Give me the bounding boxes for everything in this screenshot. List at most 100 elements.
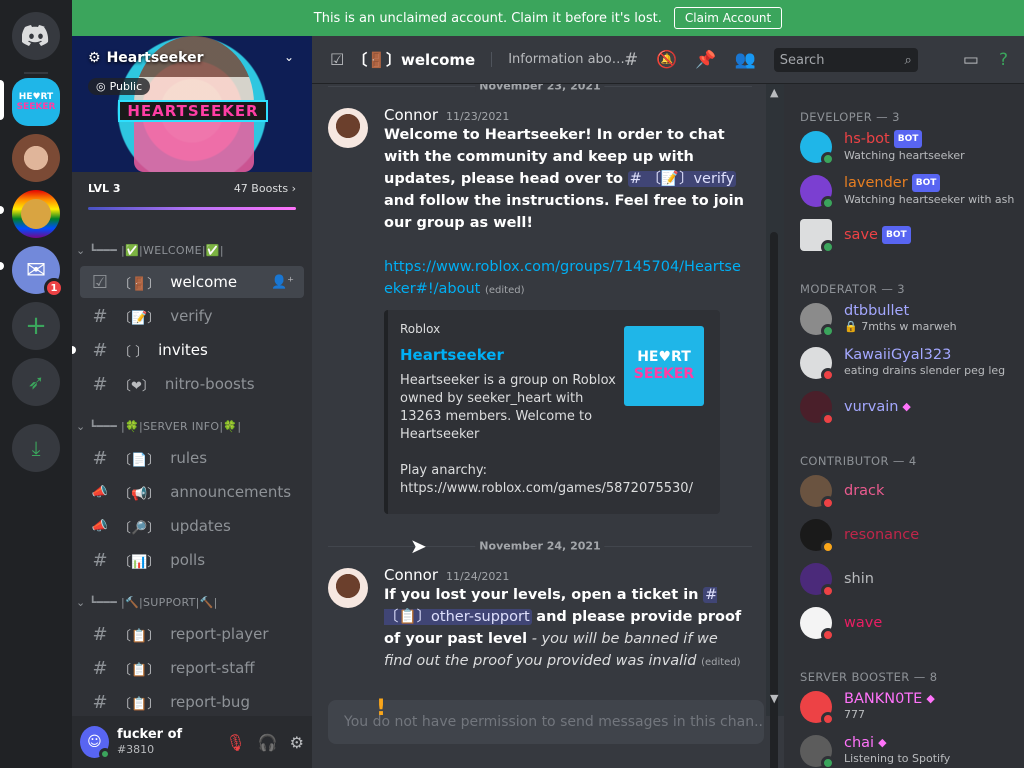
channel-label: polls (170, 551, 206, 569)
channel-report-player[interactable]: # 〔📋〕 report-player (80, 618, 304, 650)
member-wave[interactable]: wave (800, 602, 1018, 644)
claim-account-button[interactable]: Claim Account (673, 7, 783, 29)
server-avatar-2[interactable] (12, 134, 60, 182)
member-status: eating drains slender peg leg (844, 364, 1006, 377)
avatar (800, 475, 835, 510)
unread-indicator (72, 346, 76, 354)
boost-progress[interactable]: LVL 3 47 Boosts › (88, 182, 296, 210)
gear-icon[interactable]: ⚙ (290, 733, 304, 752)
message-author[interactable]: Connor (384, 566, 438, 584)
channel-rules[interactable]: # 〔📄〕 rules (80, 442, 304, 474)
member-bankn0te[interactable]: BANKN0TE ◆ 777 (800, 686, 1018, 728)
public-label: Public (109, 80, 143, 93)
category-server-info[interactable]: ⌄ ┗━━━ |🍀|SERVER INFO|🍀| (76, 420, 241, 433)
member-hs-bot[interactable]: hs-bot BOT Watching heartseeker (800, 126, 1018, 168)
avatar[interactable] (328, 568, 368, 608)
channel-welcome[interactable]: ☑ 〔🚪〕 welcome 👤⁺ (80, 266, 304, 298)
channel-polls[interactable]: # 〔📊〕 polls (80, 544, 304, 576)
channel-topic[interactable]: Information about t... (491, 52, 629, 67)
channel-nitro-boosts[interactable]: # 〔❤〕 nitro-boosts (80, 368, 304, 400)
member-chai[interactable]: chai ◆ Listening to Spotify (800, 730, 1018, 768)
channel-verify[interactable]: # 〔📝〕 verify (80, 300, 304, 332)
member-save[interactable]: save BOT (800, 214, 1018, 256)
mute-microphone-icon[interactable]: 🎙 (225, 733, 245, 752)
category-caret-icon: ⌄ ┗━━━ (76, 244, 118, 257)
member-list-icon[interactable]: 👥 (735, 50, 756, 70)
member-resonance[interactable]: resonance (800, 514, 1018, 556)
search-input[interactable]: Search ⌕ (773, 48, 918, 72)
channel-label: announcements (170, 483, 292, 501)
channel-report-staff[interactable]: # 〔📋〕 report-staff (80, 652, 304, 684)
chevron-down-icon[interactable]: ⌄ (284, 50, 294, 64)
channel-emoji: 〔📊〕 (118, 554, 161, 570)
message-scrollbar[interactable]: ▲ ▼ (766, 84, 784, 768)
search-placeholder: Search (779, 52, 825, 68)
notification-bell-muted-icon[interactable]: 🔕 (656, 50, 677, 70)
category-support[interactable]: ⌄ ┗━━━ |🔨|SUPPORT|🔨| (76, 596, 218, 609)
home-button[interactable] (12, 12, 60, 60)
message-author[interactable]: Connor (384, 106, 438, 124)
message-body: Welcome to Heartseeker! In order to chat… (384, 124, 748, 302)
bot-badge: BOT (881, 226, 911, 244)
online-status-dot (821, 152, 835, 166)
member-group-header: MODERATOR — 3 (800, 282, 905, 296)
booster-gem-icon: ◆ (926, 692, 935, 705)
online-status-dot (821, 324, 835, 338)
server-name[interactable]: ⚙ Heartseeker (88, 50, 203, 66)
help-icon[interactable]: ? (999, 50, 1008, 70)
hash-icon: # (92, 691, 108, 713)
category-welcome[interactable]: ⌄ ┗━━━ |✅|WELCOME|✅| (76, 244, 224, 257)
server-doge[interactable] (12, 190, 60, 238)
channel-report-bug[interactable]: # 〔📋〕 report-bug (80, 686, 304, 718)
mention-badge: 1 (44, 278, 64, 298)
channel-invites[interactable]: # 〔 〕 invites (80, 334, 304, 366)
scroll-up-icon[interactable]: ▲ (770, 86, 778, 99)
bot-badge: BOT (911, 174, 941, 192)
rail-separator (24, 72, 48, 74)
pin-icon[interactable]: 📌 (695, 50, 716, 70)
add-member-icon[interactable]: 👤⁺ (271, 275, 294, 290)
add-server-button[interactable]: + (12, 302, 60, 350)
explore-servers-button[interactable]: ➶ (12, 358, 60, 406)
channel-label: rules (170, 449, 208, 467)
scroll-down-icon[interactable]: ▼ (770, 692, 778, 705)
headphones-icon[interactable]: 🎧 (258, 733, 278, 752)
discord-app: HE♥RT SEEKER ✉ 1 + ➶ ⤓ This is an unclaim… (0, 0, 1024, 768)
server-mail[interactable]: ✉ 1 (12, 246, 64, 298)
member-vurvain[interactable]: vurvain ◆ (800, 386, 1018, 428)
channel-label: updates (170, 517, 231, 535)
channel-announcements[interactable]: 📣 〔📢〕 announcements (80, 476, 304, 508)
threads-icon[interactable]: # (624, 50, 638, 70)
member-name: lavender (844, 175, 908, 191)
member-name: hs-bot (844, 131, 890, 147)
scrollbar-thumb[interactable] (770, 232, 778, 768)
member-status: Watching heartseeker with ash (844, 193, 1015, 206)
member-name: save (844, 227, 878, 243)
edited-label: (edited) (484, 285, 525, 296)
booster-gem-icon: ◆ (878, 736, 887, 749)
compass-icon: ➶ (27, 370, 45, 394)
user-meta[interactable]: fucker of #3810 (117, 727, 225, 757)
online-status-dot (821, 196, 835, 210)
avatar[interactable]: ☺ (80, 726, 111, 760)
embed-thumbnail[interactable]: HE♥RT SEEKER (624, 326, 704, 406)
member-lavender[interactable]: lavender BOT Watching heartseeker with as… (800, 170, 1018, 212)
member-drack[interactable]: drack (800, 470, 1018, 512)
message-text: and follow the instructions. Feel free t… (384, 193, 744, 231)
message-connor-2: Connor 11/24/2021 If you lost your level… (328, 566, 748, 674)
channel-label: report-bug (170, 693, 250, 711)
message-link[interactable]: https://www.roblox.com/groups/7145704/He… (384, 259, 741, 297)
channel-mention[interactable]: # 〔📝〕verify (627, 171, 737, 187)
avatar (800, 563, 835, 598)
member-dtbbullet[interactable]: dtbbullet 🔒 7mths w marweh (800, 298, 1018, 340)
category-caret-icon: ⌄ ┗━━━ (76, 596, 118, 609)
avatar[interactable] (328, 108, 368, 148)
server-heartseeker[interactable]: HE♥RT SEEKER (12, 78, 60, 126)
server-banner[interactable]: HEARTSEEKER ⚙ Heartseeker ⌄ ◎ Public (72, 36, 312, 172)
channel-updates[interactable]: 📣 〔🔎〕 updates (80, 510, 304, 542)
member-kawaiigyal323[interactable]: KawaiiGyal323 eating drains slender peg … (800, 342, 1018, 384)
hash-icon: # (92, 339, 108, 361)
inbox-icon[interactable]: ▭ (963, 50, 979, 70)
download-apps-button[interactable]: ⤓ (12, 424, 60, 472)
member-shin[interactable]: shin (800, 558, 1018, 600)
